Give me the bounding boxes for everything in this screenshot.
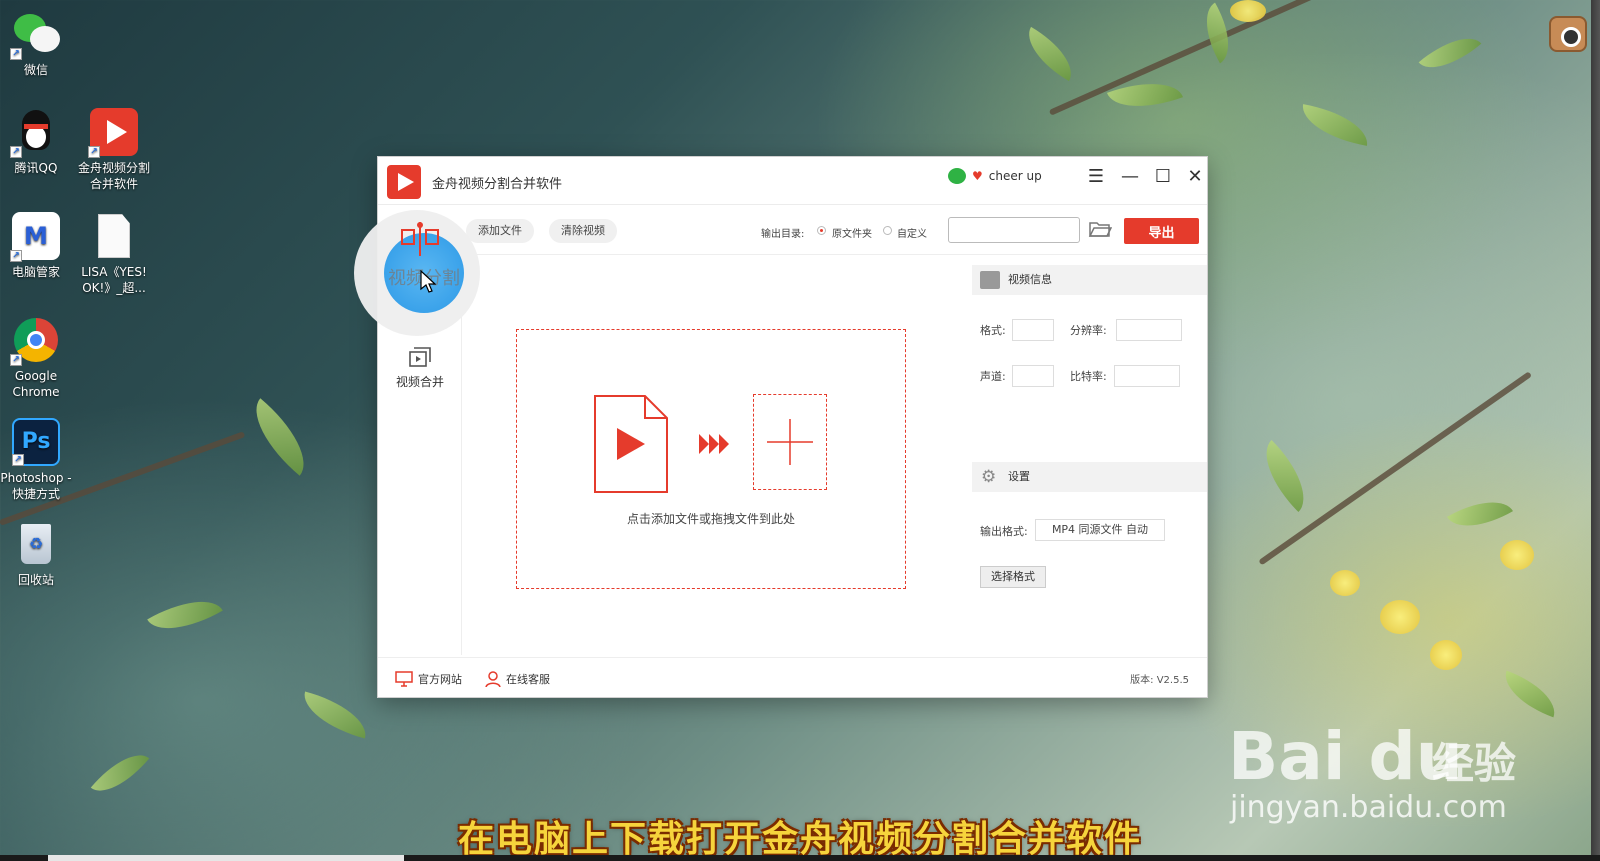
vip-heart-icon: ♥: [972, 169, 983, 183]
folder-open-icon[interactable]: [1088, 219, 1113, 239]
forward-arrows-icon: [699, 434, 729, 454]
output-path-input[interactable]: [948, 217, 1080, 243]
video-info-header: 视频信息: [972, 265, 1207, 295]
export-button[interactable]: 导出: [1124, 218, 1199, 244]
desktop-icon-label: LISA《YES! OK!》_超...: [81, 265, 147, 295]
desktop-icon-pc-manager[interactable]: M ↗ 电脑管家: [0, 212, 76, 280]
desktop-icon-wechat[interactable]: ↗ 微信: [0, 10, 76, 78]
option-custom[interactable]: 自定义: [897, 225, 927, 240]
resolution-field: [1116, 319, 1182, 341]
video-info-icon: [980, 271, 1000, 289]
baidu-watermark-text: 经验: [1432, 739, 1517, 788]
add-placeholder[interactable]: [753, 394, 827, 490]
wechat-icon: [948, 168, 966, 184]
add-file-button[interactable]: 添加文件: [466, 219, 534, 243]
split-icon: [400, 222, 440, 256]
minimize-icon[interactable]: —: [1116, 163, 1144, 189]
wechat-icon: ↗: [10, 10, 60, 60]
desktop-icon-label: 微信: [23, 63, 48, 77]
resolution-label: 分辨率:: [1070, 324, 1107, 337]
app-window: 金舟视频分割合并软件 ♥ cheer up ☰ — ☐ ✕ 添加文件 清除视频 …: [378, 157, 1207, 697]
format-field: [1012, 319, 1054, 341]
support-person-icon: [485, 671, 501, 687]
desktop-icon-label: 电脑管家: [11, 265, 60, 279]
menu-icon[interactable]: ☰: [1082, 163, 1110, 189]
pc-manager-icon: M ↗: [10, 212, 60, 262]
video-file-icon: [594, 395, 668, 493]
drop-hint: 点击添加文件或拖拽文件到此处: [626, 512, 795, 526]
settings-header: ⚙ 设置: [972, 462, 1207, 492]
desktop-icon-label: 腾讯QQ: [14, 161, 58, 175]
radio-custom[interactable]: [883, 226, 892, 235]
desktop-icon-qq[interactable]: ↗ 腾讯QQ: [0, 108, 76, 176]
recycle-bin-icon: ♻: [12, 520, 60, 568]
plus-icon: [767, 419, 813, 465]
official-website-link[interactable]: 官方网站: [395, 671, 462, 687]
taskbar-progress: [48, 855, 404, 861]
sidebar-item-label: 视频合并: [395, 375, 444, 389]
choose-format-button[interactable]: 选择格式: [980, 566, 1046, 588]
desktop-icon-document[interactable]: LISA《YES! OK!》_超...: [74, 212, 154, 296]
photoshop-icon: Ps ↗: [12, 418, 60, 466]
settings-title: 设置: [1008, 470, 1030, 483]
mouse-cursor-icon: [420, 270, 436, 293]
video-split-app-icon: ↗: [88, 108, 138, 158]
maximize-icon[interactable]: ☐: [1149, 163, 1177, 189]
screen-edge: [1591, 0, 1600, 855]
desktop-icon-video-split-app[interactable]: ↗ 金舟视频分割合并软件: [74, 108, 154, 192]
online-support-link[interactable]: 在线客服: [485, 671, 550, 687]
desktop-icon-photoshop[interactable]: Ps ↗ Photoshop - 快捷方式: [0, 418, 76, 502]
video-subtitle: 在电脑上下载打开金舟视频分割合并软件: [457, 819, 1142, 860]
option-source-folder[interactable]: 原文件夹: [832, 225, 872, 240]
clear-video-button[interactable]: 清除视频: [549, 219, 617, 243]
desktop-icon-label: Google Chrome: [12, 369, 60, 399]
format-label: 格式:: [980, 324, 1006, 337]
app-logo-icon: [387, 165, 421, 199]
qq-icon: ↗: [10, 108, 60, 158]
file-drop-zone[interactable]: 点击添加文件或拖拽文件到此处: [516, 329, 906, 589]
footer: 官方网站 在线客服 版本: V2.5.5: [378, 657, 1207, 697]
camera-icon[interactable]: [1549, 16, 1587, 52]
channel-field: [1012, 365, 1054, 387]
online-support-label: 在线客服: [506, 673, 550, 686]
desktop-icon-chrome[interactable]: ↗ Google Chrome: [0, 316, 76, 400]
bitrate-label: 比特率:: [1070, 370, 1107, 383]
baidu-watermark-logo: Bai du: [1228, 718, 1463, 795]
toolbar: 添加文件 清除视频 输出目录: 原文件夹 自定义 导出: [378, 205, 1207, 255]
user-account[interactable]: ♥ cheer up: [948, 165, 1042, 187]
bitrate-field: [1114, 365, 1180, 387]
user-name: cheer up: [988, 169, 1042, 183]
output-dir-label: 输出目录:: [761, 229, 805, 240]
version-text: 版本: V2.5.5: [1130, 675, 1189, 686]
title-bar: 金舟视频分割合并软件 ♥ cheer up ☰ — ☐ ✕: [378, 157, 1207, 205]
desktop-icon-label: 回收站: [17, 573, 54, 587]
chrome-icon: ↗: [10, 316, 60, 366]
desktop-icon-recycle-bin[interactable]: ♻ 回收站: [0, 520, 76, 588]
output-format-label: 输出格式:: [980, 525, 1028, 538]
desktop-icon-label: 金舟视频分割合并软件: [77, 161, 150, 191]
document-icon: [90, 212, 138, 260]
radio-source-folder[interactable]: [817, 226, 826, 235]
monitor-icon: [395, 671, 413, 687]
official-website-label: 官方网站: [418, 673, 462, 686]
video-info-title: 视频信息: [1008, 273, 1052, 286]
window-title: 金舟视频分割合并软件: [432, 177, 563, 192]
merge-icon: [407, 345, 433, 369]
desktop-icon-label: Photoshop - 快捷方式: [0, 471, 72, 501]
sidebar-item-merge[interactable]: 视频合并: [378, 345, 462, 390]
gear-icon: ⚙: [981, 467, 997, 487]
close-icon[interactable]: ✕: [1181, 163, 1209, 189]
output-format-field: MP4 同源文件 自动: [1035, 519, 1165, 541]
channel-label: 声道:: [980, 370, 1006, 383]
